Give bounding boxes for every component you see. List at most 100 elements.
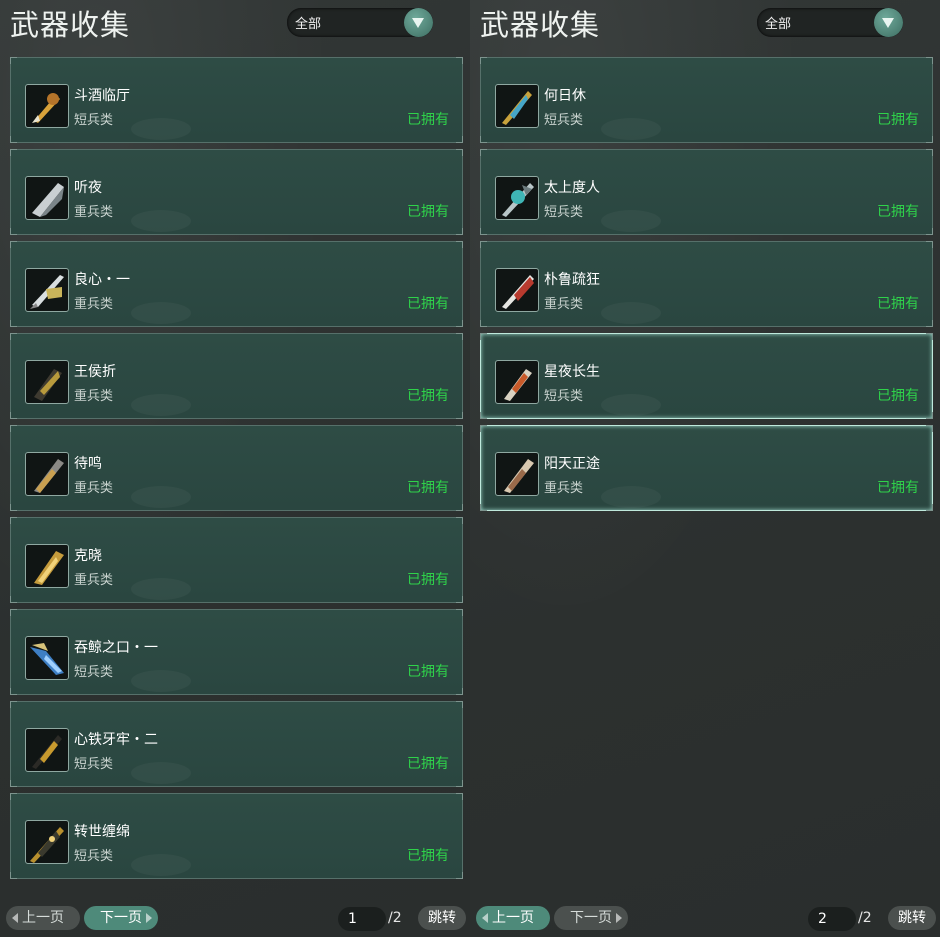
weapon-icon	[25, 176, 69, 220]
next-page-button[interactable]: 下一页	[84, 906, 158, 930]
weapon-category: 重兵类	[74, 481, 114, 496]
page-number-input[interactable]: 1	[338, 907, 386, 931]
owned-status: 已拥有	[407, 296, 449, 312]
filter-value: 全部	[765, 17, 792, 32]
owned-status: 已拥有	[407, 848, 449, 864]
arrow-left-icon	[12, 913, 18, 923]
owned-status: 已拥有	[877, 480, 919, 496]
arrow-right-icon	[146, 913, 152, 923]
prev-page-label: 上一页	[22, 910, 64, 926]
weapon-name: 听夜	[74, 180, 102, 196]
weapon-card[interactable]: 待鸣 重兵类 已拥有	[10, 425, 463, 511]
weapon-name: 朴鲁疏狂	[544, 272, 600, 288]
weapon-icon	[495, 452, 539, 496]
weapon-name: 待鸣	[74, 456, 102, 472]
weapon-icon	[25, 636, 69, 680]
dropdown-button[interactable]	[874, 8, 903, 37]
next-page-button[interactable]: 下一页	[554, 906, 628, 930]
owned-status: 已拥有	[407, 388, 449, 404]
prev-page-button[interactable]: 上一页	[6, 906, 80, 930]
weapon-name: 转世缠绵	[74, 824, 130, 840]
owned-status: 已拥有	[877, 204, 919, 220]
weapon-card[interactable]: 转世缠绵 短兵类 已拥有	[10, 793, 463, 879]
weapon-card-selected[interactable]: 阳天正途 重兵类 已拥有	[480, 425, 933, 511]
weapon-name: 星夜长生	[544, 364, 600, 380]
weapon-name: 何日休	[544, 88, 586, 104]
weapon-name: 阳天正途	[544, 456, 600, 472]
weapon-icon	[495, 360, 539, 404]
weapon-category: 短兵类	[544, 205, 584, 220]
chevron-down-icon	[412, 18, 424, 28]
filter-dropdown[interactable]: 全部	[757, 8, 903, 37]
weapon-card[interactable]: 王侯折 重兵类 已拥有	[10, 333, 463, 419]
weapon-category: 短兵类	[74, 665, 114, 680]
panel-title: 武器收集	[480, 8, 601, 42]
owned-status: 已拥有	[877, 112, 919, 128]
weapon-card[interactable]: 良心・一 重兵类 已拥有	[10, 241, 463, 327]
owned-status: 已拥有	[407, 756, 449, 772]
weapon-name: 斗酒临厅	[74, 88, 130, 104]
next-page-label: 下一页	[570, 910, 612, 926]
weapon-category: 重兵类	[74, 573, 114, 588]
weapon-card[interactable]: 太上度人 短兵类 已拥有	[480, 149, 933, 235]
weapon-category: 重兵类	[544, 297, 584, 312]
weapon-card[interactable]: 克晓 重兵类 已拥有	[10, 517, 463, 603]
weapon-icon	[25, 360, 69, 404]
page-total: /2	[388, 910, 402, 926]
owned-status: 已拥有	[877, 388, 919, 404]
weapon-icon	[25, 820, 69, 864]
weapon-category: 重兵类	[74, 297, 114, 312]
weapon-category: 重兵类	[74, 205, 114, 220]
weapon-name: 吞鲸之口・一	[74, 640, 158, 656]
weapon-name: 心铁牙牢・二	[74, 732, 158, 748]
weapon-icon	[25, 452, 69, 496]
weapon-card[interactable]: 何日休 短兵类 已拥有	[480, 57, 933, 143]
arrow-left-icon	[482, 913, 488, 923]
weapon-name: 太上度人	[544, 180, 600, 196]
weapon-category: 短兵类	[544, 389, 584, 404]
weapon-category: 重兵类	[544, 481, 584, 496]
chevron-down-icon	[882, 18, 894, 28]
weapon-card[interactable]: 斗酒临厅 短兵类 已拥有	[10, 57, 463, 143]
weapon-name: 王侯折	[74, 364, 116, 380]
filter-value: 全部	[295, 17, 322, 32]
weapon-card[interactable]: 朴鲁疏狂 重兵类 已拥有	[480, 241, 933, 327]
owned-status: 已拥有	[877, 296, 919, 312]
weapon-category: 短兵类	[544, 113, 584, 128]
arrow-right-icon	[616, 913, 622, 923]
weapon-icon	[495, 84, 539, 128]
jump-button[interactable]: 跳转	[888, 906, 936, 930]
owned-status: 已拥有	[407, 112, 449, 128]
weapon-category: 短兵类	[74, 757, 114, 772]
weapon-icon	[25, 268, 69, 312]
weapon-icon	[495, 268, 539, 312]
prev-page-label: 上一页	[492, 910, 534, 926]
prev-page-button[interactable]: 上一页	[476, 906, 550, 930]
owned-status: 已拥有	[407, 204, 449, 220]
collection-panel-right: 武器收集 全部 何日休 短兵类 已拥有 太上度人 短兵类 已拥有 朴鲁疏狂 重兵…	[470, 0, 940, 937]
owned-status: 已拥有	[407, 664, 449, 680]
weapon-category: 重兵类	[74, 389, 114, 404]
next-page-label: 下一页	[100, 910, 142, 926]
page-number-input[interactable]: 2	[808, 907, 856, 931]
weapon-icon	[25, 728, 69, 772]
weapon-card[interactable]: 吞鲸之口・一 短兵类 已拥有	[10, 609, 463, 695]
jump-button[interactable]: 跳转	[418, 906, 466, 930]
dropdown-button[interactable]	[404, 8, 433, 37]
weapon-card[interactable]: 心铁牙牢・二 短兵类 已拥有	[10, 701, 463, 787]
weapon-category: 短兵类	[74, 113, 114, 128]
owned-status: 已拥有	[407, 572, 449, 588]
weapon-card-selected[interactable]: 星夜长生 短兵类 已拥有	[480, 333, 933, 419]
weapon-name: 良心・一	[74, 272, 130, 288]
collection-panel-left: 武器收集 全部 斗酒临厅 短兵类 已拥有 听夜 重兵类 已拥有 良心・一 重兵类…	[0, 0, 470, 937]
weapon-card[interactable]: 听夜 重兵类 已拥有	[10, 149, 463, 235]
owned-status: 已拥有	[407, 480, 449, 496]
weapon-name: 克晓	[74, 548, 102, 564]
weapon-icon	[495, 176, 539, 220]
weapon-icon	[25, 84, 69, 128]
filter-dropdown[interactable]: 全部	[287, 8, 433, 37]
weapon-icon	[25, 544, 69, 588]
weapon-category: 短兵类	[74, 849, 114, 864]
page-total: /2	[858, 910, 872, 926]
panel-title: 武器收集	[10, 8, 131, 42]
